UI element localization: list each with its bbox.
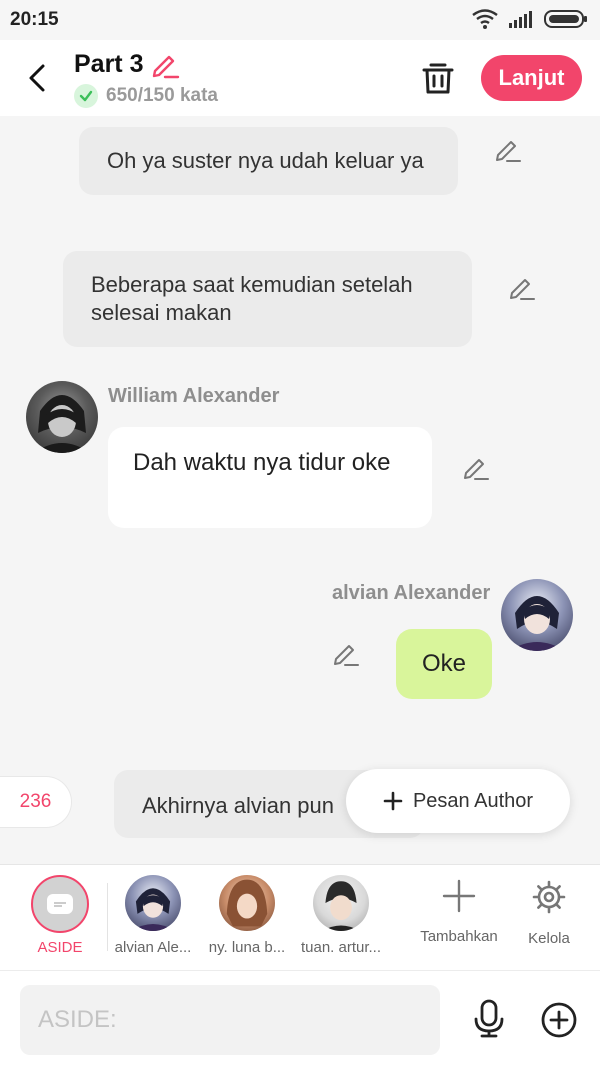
add-character-label: Tambahkan bbox=[420, 928, 498, 945]
aside-avatar bbox=[31, 875, 89, 933]
attach-button[interactable] bbox=[540, 1001, 578, 1039]
narration-bubble[interactable]: Beberapa saat kemudian setelah selesai m… bbox=[63, 251, 472, 347]
message-text: Oke bbox=[421, 650, 466, 677]
character-aside[interactable]: ASIDE bbox=[14, 875, 106, 956]
sender-name: alvian Alexander bbox=[332, 582, 491, 604]
chevron-left-icon bbox=[29, 64, 45, 92]
pencil-icon bbox=[496, 141, 521, 162]
character-luna[interactable]: ny. luna b... bbox=[201, 875, 293, 956]
editor-header: Part 3 650/150 kata Lanjut bbox=[0, 40, 600, 116]
message-bubble[interactable]: Dah waktu nya tidur oke bbox=[108, 427, 432, 528]
edit-message-button[interactable] bbox=[332, 640, 360, 668]
trash-icon bbox=[422, 63, 454, 94]
narration-text: Beberapa saat kemudian setelah selesai m… bbox=[91, 272, 413, 325]
narration-text: Oh ya suster nya udah keluar ya bbox=[107, 148, 424, 173]
narration-bubble[interactable]: Oh ya suster nya udah keluar ya bbox=[79, 127, 458, 195]
character-portrait-icon bbox=[509, 596, 565, 651]
character-label: ASIDE bbox=[37, 939, 83, 956]
sender-name: William Alexander bbox=[108, 385, 280, 407]
message-text: Dah waktu nya tidur oke bbox=[133, 449, 391, 476]
avatar bbox=[219, 875, 275, 931]
character-label: alvian Ale... bbox=[114, 939, 192, 956]
avatar bbox=[125, 875, 181, 931]
character-artur[interactable]: tuan. artur... bbox=[295, 875, 387, 956]
character-label: tuan. artur... bbox=[300, 939, 382, 956]
edit-message-button[interactable] bbox=[494, 136, 522, 164]
check-icon bbox=[74, 84, 98, 108]
manage-characters-label: Kelola bbox=[528, 930, 570, 947]
battery-icon bbox=[544, 10, 587, 28]
wifi-icon bbox=[472, 9, 498, 29]
message-count-badge[interactable]: 236 bbox=[0, 776, 72, 828]
next-button[interactable]: Lanjut bbox=[481, 55, 582, 101]
part-title: Part 3 bbox=[74, 50, 144, 78]
microphone-icon bbox=[474, 999, 504, 1038]
status-bar: 20:15 bbox=[0, 0, 600, 40]
plus-icon bbox=[383, 791, 403, 811]
message-input[interactable] bbox=[20, 985, 440, 1055]
back-button[interactable] bbox=[22, 58, 52, 98]
avatar bbox=[313, 875, 369, 931]
note-icon bbox=[47, 894, 73, 914]
edit-title-button[interactable] bbox=[150, 50, 180, 80]
author-message-label: Pesan Author bbox=[412, 789, 534, 812]
message-bubble[interactable]: Oke bbox=[396, 629, 492, 699]
pencil-icon bbox=[334, 645, 359, 666]
gear-icon bbox=[532, 880, 566, 914]
character-label: ny. luna b... bbox=[208, 939, 286, 956]
word-count: 650/150 kata bbox=[106, 85, 218, 106]
chat-area[interactable]: Oh ya suster nya udah keluar ya Beberapa… bbox=[0, 116, 600, 864]
pencil-icon bbox=[464, 459, 489, 480]
add-character-button[interactable]: Tambahkan bbox=[418, 879, 500, 945]
avatar-alvian[interactable] bbox=[501, 579, 573, 651]
edit-message-button[interactable] bbox=[462, 454, 490, 482]
narration-text: Akhirnya alvian pun bbox=[142, 793, 335, 818]
pencil-icon bbox=[152, 55, 180, 79]
avatar-william[interactable] bbox=[26, 381, 98, 453]
delete-button[interactable] bbox=[420, 60, 456, 96]
manage-characters-button[interactable]: Kelola bbox=[520, 879, 578, 947]
edit-message-button[interactable] bbox=[508, 274, 536, 302]
signal-icon bbox=[509, 11, 532, 28]
character-bar: ASIDE alvian Ale... ny. luna b... tuan. … bbox=[0, 864, 600, 970]
microphone-button[interactable] bbox=[470, 999, 508, 1039]
character-portrait-icon bbox=[34, 395, 90, 453]
status-icons bbox=[472, 9, 588, 29]
word-count-row: 650/150 kata bbox=[74, 84, 218, 108]
character-alvian[interactable]: alvian Ale... bbox=[107, 875, 199, 956]
author-message-button[interactable]: Pesan Author bbox=[346, 769, 570, 833]
status-time: 20:15 bbox=[10, 9, 59, 30]
pencil-icon bbox=[510, 279, 535, 300]
plus-circle-icon bbox=[541, 1002, 577, 1038]
plus-icon bbox=[442, 879, 476, 913]
input-bar bbox=[0, 970, 600, 1067]
